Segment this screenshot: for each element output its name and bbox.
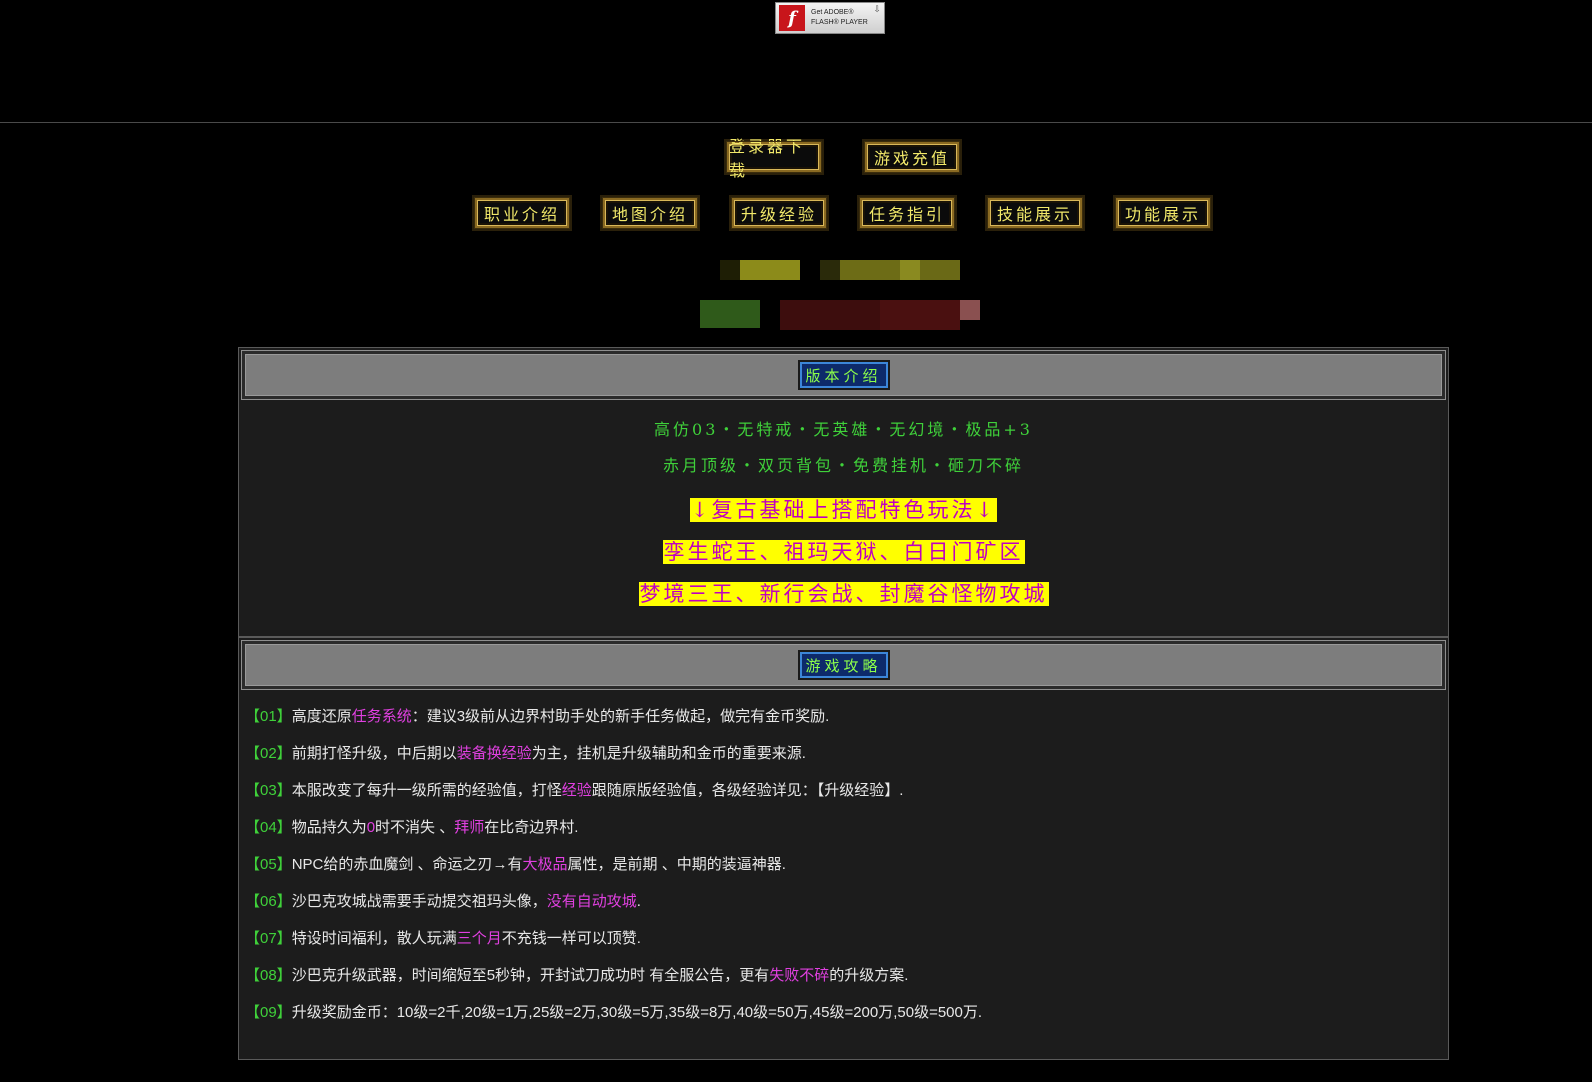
guide-item: 【03】本服改变了每升一级所需的经验值，打怪经验跟随原版经验值，各级经验详见：【… — [245, 772, 1448, 809]
guide-item-number: 【05】 — [245, 856, 292, 873]
feature-showcase-button[interactable]: 功能展示 — [1115, 197, 1211, 229]
guide-highlight-text: 0 — [366, 819, 376, 836]
guide-item: 【07】特设时间福利，散人玩满三个月不充钱一样可以顶赞. — [245, 920, 1448, 957]
guide-text: 不充钱一样可以顶赞. — [501, 930, 641, 947]
recharge-button[interactable]: 游戏充值 — [864, 141, 960, 173]
map-intro-button[interactable]: 地图介绍 — [602, 197, 698, 229]
guide-text: 为主，挂机是升级辅助和金币的重要来源. — [531, 745, 806, 762]
guide-item-number: 【09】 — [245, 1004, 292, 1021]
launcher-download-button[interactable]: 登录器下载 — [726, 137, 822, 180]
game-guide-panel: 游戏攻略 【01】高度还原任务系统：建议3级前从边界村助手处的新手任务做起，做完… — [238, 637, 1449, 1060]
get-flash-player-badge[interactable]: f Get ADOBE® FLASH® PLAYER ⇩ — [775, 2, 885, 34]
guide-item: 【01】高度还原任务系统：建议3级前从边界村助手处的新手任务做起，做完有金币奖励… — [245, 698, 1448, 735]
guide-highlight-text: 失败不碎 — [769, 967, 830, 984]
guide-item-number: 【08】 — [245, 967, 292, 984]
guide-item-number: 【06】 — [245, 893, 292, 910]
version-feature-line-2: 赤月顶级・双页背包・免费挂机・砸刀不碎 — [662, 456, 1024, 475]
guide-item: 【09】升级奖励金币：10级=2千,20级=1万,25级=2万,30级=5万,3… — [245, 994, 1448, 1031]
guide-list: 【01】高度还原任务系统：建议3级前从边界村助手处的新手任务做起，做完有金币奖励… — [239, 692, 1448, 1031]
guide-text: . — [636, 893, 641, 910]
guide-text: 沙巴克升级武器，时间缩短至5秒钟，开封试刀成功时 有全服公告，更有 — [291, 967, 770, 984]
guide-highlight-text: 大极品 — [522, 856, 568, 873]
flash-logo-icon: f — [779, 5, 805, 31]
flash-badge-line2: FLASH® PLAYER — [811, 19, 868, 26]
highlight-line-3: 梦境三王、新行会战、封魔谷怪物攻城 — [638, 582, 1049, 606]
version-intro-panel: 版本介绍 高仿03・无特戒・无英雄・无幻境・极品+3 赤月顶级・双页背包・免费挂… — [238, 347, 1449, 637]
level-exp-button[interactable]: 升级经验 — [731, 197, 827, 229]
guide-item: 【02】前期打怪升级，中后期以装备换经验为主，挂机是升级辅助和金币的重要来源. — [245, 735, 1448, 772]
guide-text: 在比奇边界村. — [484, 819, 579, 836]
guide-text: 跟随原版经验值，各级经验详见：【升级经验】. — [591, 782, 904, 799]
guide-text: 沙巴克攻城战需要手动提交祖玛头像， — [291, 893, 547, 910]
guide-item: 【04】物品持久为0时不消失 、拜师在比奇边界村. — [245, 809, 1448, 846]
highlight-line-1: ↓复古基础上搭配特色玩法↓ — [689, 498, 998, 522]
guide-highlight-text: 没有自动攻城 — [546, 893, 637, 910]
class-intro-button[interactable]: 职业介绍 — [474, 197, 570, 229]
flash-badge-line1: Get ADOBE® — [811, 9, 854, 16]
guide-highlight-text: 装备换经验 — [456, 745, 532, 762]
guide-text: ：建议3级前从边界村助手处的新手任务做起，做完有金币奖励. — [411, 708, 830, 725]
guide-item-number: 【03】 — [245, 782, 292, 799]
guide-item: 【05】NPC给的赤血魔剑 、命运之刃→有大极品属性，是前期 、中期的装逼神器. — [245, 846, 1448, 883]
download-arrow-icon: ⇩ — [873, 5, 881, 15]
guide-item: 【06】沙巴克攻城战需要手动提交祖玛头像，没有自动攻城. — [245, 883, 1448, 920]
guide-text: 高度还原 — [291, 708, 352, 725]
guide-highlight-text: 拜师 — [454, 819, 485, 836]
guide-text: 物品持久为 — [291, 819, 367, 836]
game-guide-header: 游戏攻略 — [242, 641, 1445, 689]
guide-item-number: 【04】 — [245, 819, 292, 836]
guide-item-number: 【07】 — [245, 930, 292, 947]
guide-text: 属性，是前期 、中期的装逼神器. — [567, 856, 786, 873]
guide-text: 时不消失 、 — [375, 819, 455, 836]
guide-text: 本服改变了每升一级所需的经验值，打怪 — [291, 782, 562, 799]
header-divider — [0, 122, 1592, 123]
guide-item: 【08】沙巴克升级武器，时间缩短至5秒钟，开封试刀成功时 有全服公告，更有失败不… — [245, 957, 1448, 994]
guide-text: 升级奖励金币：10级=2千,20级=1万,25级=2万,30级=5万,35级=8… — [291, 1004, 983, 1021]
guide-item-number: 【01】 — [245, 708, 292, 725]
quest-guide-button[interactable]: 任务指引 — [859, 197, 955, 229]
guide-highlight-text: 三个月 — [456, 930, 502, 947]
version-feature-line-1: 高仿03・无特戒・无英雄・无幻境・极品+3 — [654, 420, 1033, 439]
version-intro-title: 版本介绍 — [797, 360, 890, 390]
guide-item-number: 【02】 — [245, 745, 292, 762]
guide-highlight-text: 经验 — [561, 782, 592, 799]
guide-text: NPC给的赤血魔剑 、命运之刃→有 — [291, 856, 523, 873]
guide-highlight-text: 任务系统 — [351, 708, 412, 725]
highlight-line-2: 孪生蛇王、祖玛天狱、白日门矿区 — [662, 540, 1025, 564]
guide-text: 前期打怪升级，中后期以 — [291, 745, 457, 762]
guide-text: 特设时间福利，散人玩满 — [291, 930, 457, 947]
flash-badge-text: Get ADOBE® FLASH® PLAYER — [811, 8, 868, 28]
game-guide-title: 游戏攻略 — [797, 650, 890, 680]
version-intro-header: 版本介绍 — [242, 351, 1445, 399]
skill-showcase-button[interactable]: 技能展示 — [987, 197, 1083, 229]
guide-text: 的升级方案. — [829, 967, 909, 984]
